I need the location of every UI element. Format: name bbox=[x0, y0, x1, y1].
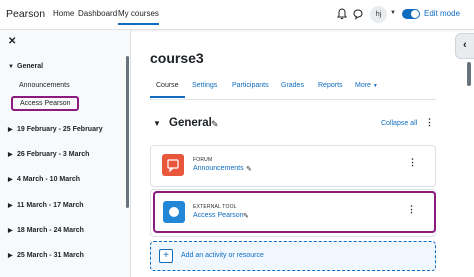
drawer-section-week-6[interactable]: ▶ 25 March - 31 March bbox=[8, 252, 84, 259]
open-block-drawer-button[interactable]: ‹ bbox=[455, 33, 474, 59]
forum-icon bbox=[162, 154, 184, 176]
page-title: course3 bbox=[150, 50, 204, 66]
chevron-down-icon[interactable]: ▼ bbox=[390, 10, 396, 16]
bell-icon[interactable] bbox=[337, 8, 347, 20]
chevron-right-icon[interactable]: ▶ bbox=[8, 176, 17, 183]
chevron-right-icon[interactable]: ▶ bbox=[8, 252, 17, 259]
chevron-right-icon[interactable]: ▶ bbox=[8, 227, 17, 234]
drawer-item-access-pearson[interactable]: Access Pearson bbox=[11, 96, 79, 111]
lti-icon bbox=[163, 201, 185, 223]
tab-participants[interactable]: Participants bbox=[232, 82, 269, 89]
page-scrollbar[interactable] bbox=[467, 62, 471, 86]
edit-mode-label: Edit mode bbox=[424, 9, 461, 18]
section-title: General bbox=[169, 117, 212, 129]
chevron-down-icon[interactable]: ▼ bbox=[153, 119, 161, 128]
drawer-section-week-5[interactable]: ▶ 18 March - 24 March bbox=[8, 227, 84, 234]
chevron-down-icon: ▼ bbox=[372, 83, 378, 89]
activity-type-label: EXTERNAL TOOL bbox=[193, 204, 237, 210]
kebab-menu-icon[interactable]: ⋮ bbox=[408, 157, 417, 168]
drawer-section-week-1[interactable]: ▶ 19 February - 25 February bbox=[8, 126, 103, 133]
nav-home[interactable]: Home bbox=[53, 9, 74, 18]
tab-settings[interactable]: Settings bbox=[192, 82, 217, 89]
chevron-left-icon: ‹ bbox=[463, 39, 467, 51]
kebab-menu-icon[interactable]: ⋮ bbox=[407, 204, 416, 215]
pencil-icon[interactable]: ✎ bbox=[211, 119, 219, 130]
top-navbar: Pearson Home Dashboard My courses hj ▼ E… bbox=[0, 0, 474, 30]
close-icon[interactable]: ✕ bbox=[8, 36, 16, 47]
site-brand[interactable]: Pearson bbox=[6, 8, 45, 20]
collapse-all-link[interactable]: Collapse all bbox=[381, 120, 417, 127]
activity-link-announcements[interactable]: Announcements bbox=[193, 165, 244, 172]
tab-grades[interactable]: Grades bbox=[281, 82, 304, 89]
kebab-menu-icon[interactable]: ⋮ bbox=[425, 117, 434, 128]
activity-type-label: FORUM bbox=[193, 157, 213, 163]
drawer-section-week-3[interactable]: ▶ 4 March - 10 March bbox=[8, 176, 80, 183]
add-activity-label: Add an activity or resource bbox=[181, 252, 264, 259]
course-index-drawer: ✕ ▼ General Announcements Access Pearson … bbox=[0, 30, 131, 277]
drawer-section-week-2[interactable]: ▶ 26 February - 3 March bbox=[8, 151, 89, 158]
add-activity-button[interactable]: + Add an activity or resource bbox=[150, 241, 436, 271]
nav-dashboard[interactable]: Dashboard bbox=[78, 9, 117, 18]
activity-external-tool: EXTERNAL TOOL Access Pearson ✎ ⋮ bbox=[153, 191, 436, 233]
tab-more[interactable]: More ▼ bbox=[355, 82, 378, 89]
chevron-right-icon[interactable]: ▶ bbox=[8, 151, 17, 158]
chat-icon[interactable] bbox=[353, 8, 363, 20]
drawer-section-general[interactable]: ▼ General bbox=[8, 63, 43, 70]
pencil-icon[interactable]: ✎ bbox=[246, 165, 252, 173]
activity-forum: FORUM Announcements ✎ ⋮ bbox=[150, 145, 436, 187]
nav-my-courses[interactable]: My courses bbox=[118, 9, 159, 25]
chevron-right-icon[interactable]: ▶ bbox=[8, 126, 17, 133]
drawer-section-week-4[interactable]: ▶ 11 March - 17 March bbox=[8, 202, 84, 209]
pencil-icon[interactable]: ✎ bbox=[243, 212, 249, 220]
edit-mode-toggle[interactable] bbox=[402, 9, 420, 19]
drawer-scrollbar[interactable] bbox=[126, 56, 129, 208]
chevron-right-icon[interactable]: ▶ bbox=[8, 202, 17, 209]
chevron-down-icon[interactable]: ▼ bbox=[8, 64, 17, 70]
course-tabs: Course Settings Participants Grades Repo… bbox=[150, 76, 436, 100]
user-avatar[interactable]: hj bbox=[370, 6, 387, 23]
activity-link-access-pearson[interactable]: Access Pearson bbox=[193, 212, 244, 219]
plus-icon: + bbox=[159, 249, 173, 263]
tab-course[interactable]: Course bbox=[150, 82, 185, 98]
drawer-item-announcements[interactable]: Announcements bbox=[19, 82, 70, 89]
tab-reports[interactable]: Reports bbox=[318, 82, 343, 89]
